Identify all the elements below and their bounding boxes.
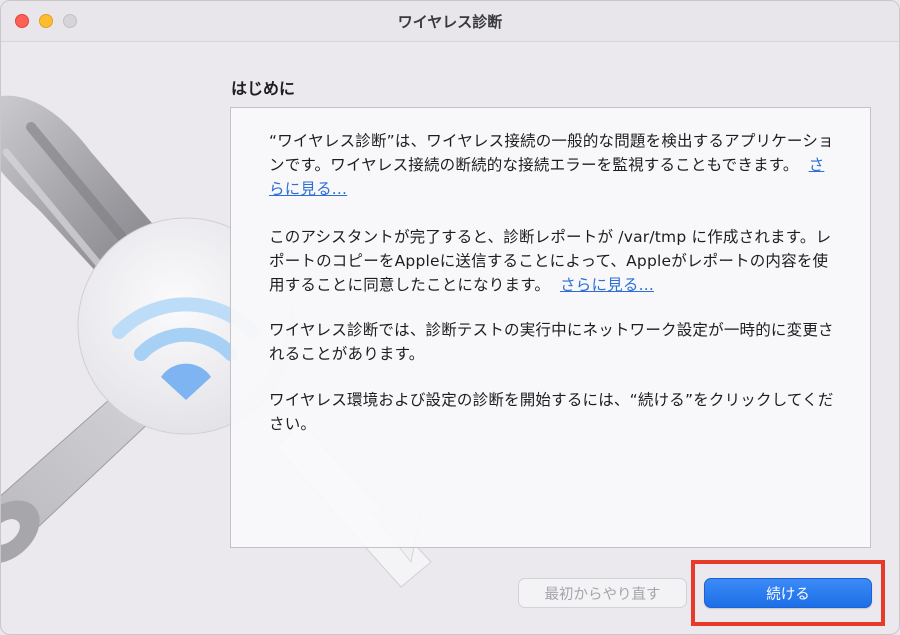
intro-paragraph-1-text: “ワイヤレス診断”は、ワイヤレス接続の一般的な問題を検出するアプリケーションです…	[269, 132, 834, 174]
continue-button[interactable]: 続ける	[704, 578, 872, 608]
intro-paragraph-1: “ワイヤレス診断”は、ワイヤレス接続の一般的な問題を検出するアプリケーションです…	[269, 129, 839, 201]
title-bar: ワイヤレス診断	[1, 1, 899, 42]
intro-paragraph-2: このアシスタントが完了すると、診断レポートが /var/tmp に作成されます。…	[269, 225, 839, 297]
intro-text-panel: “ワイヤレス診断”は、ワイヤレス接続の一般的な問題を検出するアプリケーションです…	[230, 107, 871, 548]
window-title: ワイヤレス診断	[397, 13, 503, 31]
wireless-diagnostics-window: ワイヤレス診断 はじめに “ワイヤレス診断”は、ワイヤレス接続の一般的な問題を検…	[0, 0, 900, 635]
intro-paragraph-2-text: このアシスタントが完了すると、診断レポートが /var/tmp に作成されます。…	[269, 228, 832, 294]
intro-paragraph-4: ワイヤレス環境および設定の診断を開始するには、“続ける”をクリックしてください。	[269, 391, 834, 433]
learn-more-link-2[interactable]: さらに見る...	[560, 276, 654, 294]
start-over-button[interactable]: 最初からやり直す	[518, 578, 687, 608]
section-heading: はじめに	[231, 79, 296, 98]
intro-paragraph-3: ワイヤレス診断では、診断テストの実行中にネットワーク設定が一時的に変更されること…	[269, 321, 834, 363]
